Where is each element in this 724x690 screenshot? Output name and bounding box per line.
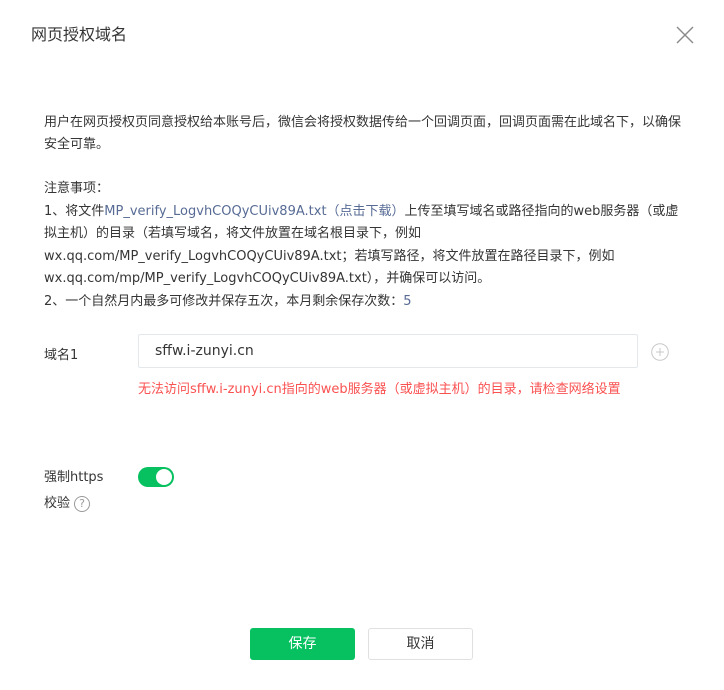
- download-file-link[interactable]: MP_verify_LogvhCOQyCUiv89A.txt（点击下载）: [104, 204, 404, 219]
- https-check-label-line2: 校验?: [44, 491, 103, 517]
- dialog-title: 网页授权域名: [31, 25, 128, 44]
- add-domain-button[interactable]: [651, 343, 669, 361]
- remaining-count: 5: [403, 293, 412, 309]
- cancel-button[interactable]: 取消: [368, 628, 473, 660]
- https-check-toggle[interactable]: [138, 467, 174, 487]
- https-check-label: 强制https 校验?: [44, 465, 103, 517]
- domain-input[interactable]: [138, 334, 638, 368]
- notes-heading: 注意事项：: [44, 181, 110, 196]
- notes-section: 注意事项： 1、将文件MP_verify_LogvhCOQyCUiv89A.tx…: [44, 178, 684, 313]
- notes-item-2: 2、一个自然月内最多可修改并保存五次，本月剩余保存次数：5: [44, 291, 684, 314]
- close-button[interactable]: [672, 22, 698, 48]
- toggle-knob: [156, 469, 172, 485]
- save-button[interactable]: 保存: [250, 628, 355, 660]
- https-check-label-line2-text: 校验: [44, 496, 71, 511]
- notes-item-1-prefix: 1、将文件: [44, 203, 105, 219]
- domain-error-message: 无法访问sffw.i-zunyi.cn指向的web服务器（或虚拟主机）的目录，请…: [138, 382, 621, 397]
- description-text: 用户在网页授权页同意授权给本账号后，微信会将授权数据传给一个回调页面，回调页面需…: [44, 115, 682, 152]
- question-circle-icon[interactable]: ?: [74, 495, 91, 512]
- notes-item-1: 1、将文件MP_verify_LogvhCOQyCUiv89A.txt（点击下载…: [44, 201, 684, 291]
- authorization-domain-dialog: 网页授权域名 用户在网页授权页同意授权给本账号后，微信会将授权数据传给一个回调页…: [0, 0, 724, 690]
- close-icon: [676, 26, 694, 44]
- domain-label: 域名1: [44, 348, 79, 363]
- https-check-label-line1: 强制https: [44, 470, 104, 485]
- notes-item-2-prefix: 2、一个自然月内最多可修改并保存五次，本月剩余保存次数：: [44, 293, 404, 309]
- plus-circle-icon: [651, 343, 669, 361]
